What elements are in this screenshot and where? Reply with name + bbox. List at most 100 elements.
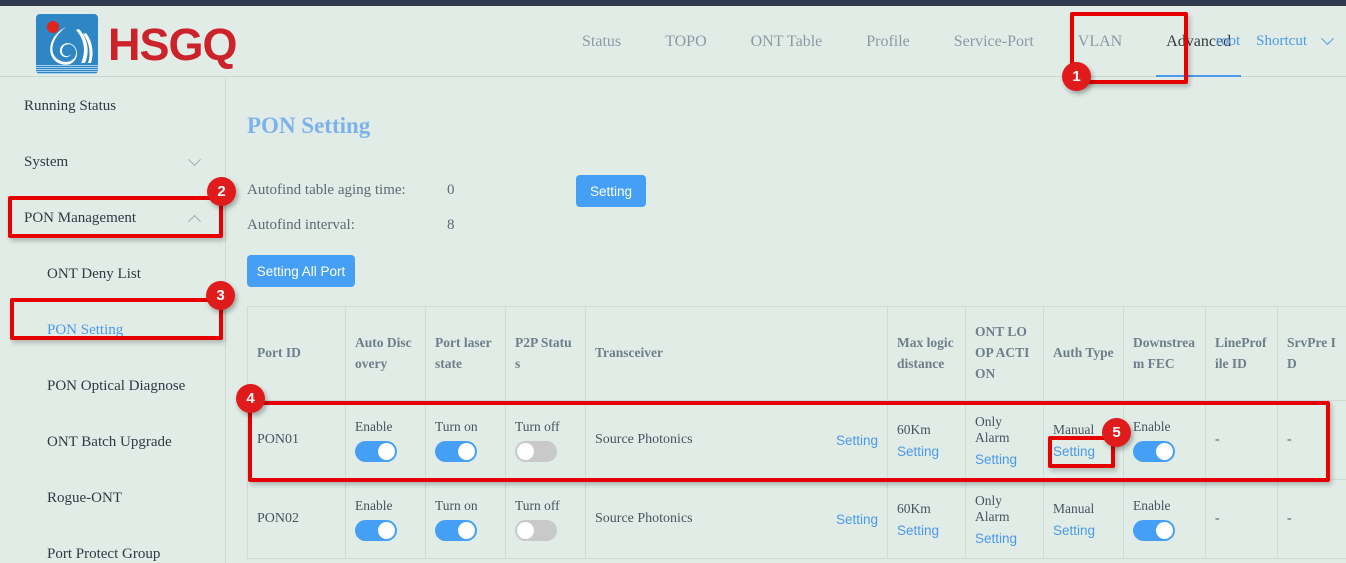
nav-item-status[interactable]: Status bbox=[560, 6, 643, 77]
setting-all-port-button[interactable]: Setting All Port bbox=[247, 255, 355, 287]
logo-red-dot-icon bbox=[47, 21, 59, 33]
transceiver-setting-link[interactable]: Setting bbox=[836, 512, 878, 527]
cell-downstream-fec: Enable bbox=[1124, 480, 1206, 559]
ont-loop-action-setting-link[interactable]: Setting bbox=[975, 452, 1017, 467]
chevron-down-icon bbox=[188, 153, 201, 166]
ont-loop-action-value: Only Alarm bbox=[975, 493, 1034, 525]
chevron-up-icon bbox=[188, 214, 201, 227]
col-header-port-laser-state: Port laser state bbox=[426, 307, 506, 401]
col-header-auth-type: Auth Type bbox=[1044, 307, 1124, 401]
brand-logo[interactable]: HSGQ bbox=[36, 14, 237, 74]
pon-table: Port ID Auto Discovery Port laser state … bbox=[247, 306, 1346, 559]
cell-auth-type: Manual Setting bbox=[1044, 480, 1124, 559]
transceiver-setting-link[interactable]: Setting bbox=[836, 433, 878, 448]
sidebar-item-label: Rogue-ONT bbox=[47, 490, 122, 507]
p2p-status-toggle[interactable] bbox=[515, 520, 557, 541]
chevron-down-icon[interactable] bbox=[1321, 32, 1334, 45]
downstream-fec-toggle[interactable] bbox=[1133, 441, 1175, 462]
nav-item-topo[interactable]: TOPO bbox=[643, 6, 729, 77]
p2p-status-label: Turn off bbox=[515, 419, 560, 435]
port-laser-state-toggle[interactable] bbox=[435, 520, 477, 541]
sidebar-item-label: System bbox=[24, 154, 68, 171]
transceiver-value: Source Photonics bbox=[595, 432, 693, 448]
hsgq-logo-icon bbox=[36, 14, 98, 74]
table-row[interactable]: PON01 Enable Turn on bbox=[248, 401, 1346, 480]
nav-item-profile[interactable]: Profile bbox=[844, 6, 932, 77]
cell-p2p-status: Turn off bbox=[506, 401, 586, 480]
table-row[interactable]: PON02 Enable Turn on bbox=[248, 480, 1346, 559]
sidebar-item-rogue-ont[interactable]: Rogue-ONT bbox=[0, 470, 225, 526]
cell-port-laser-state: Turn on bbox=[426, 480, 506, 559]
sidebar-item-pon-management[interactable]: PON Management bbox=[0, 190, 225, 246]
sidebar-item-label: ONT Deny List bbox=[47, 266, 141, 283]
sidebar-item-ont-batch-upgrade[interactable]: ONT Batch Upgrade bbox=[0, 414, 225, 470]
auto-discovery-label: Enable bbox=[355, 419, 392, 435]
page-title: PON Setting bbox=[247, 113, 370, 139]
nav-item-ont-table[interactable]: ONT Table bbox=[729, 6, 845, 77]
cell-srv-pre-id: - bbox=[1278, 401, 1346, 480]
autofind-interval-value: 8 bbox=[447, 217, 455, 234]
sidebar-item-label: PON Setting bbox=[47, 322, 123, 339]
sidebar-item-label: Port Protect Group bbox=[47, 546, 160, 563]
sidebar-item-label: Running Status bbox=[24, 98, 116, 115]
main-content: PON Setting Autofind table aging time: 0… bbox=[227, 78, 1346, 563]
autofind-interval-label: Autofind interval: bbox=[247, 217, 355, 234]
cell-max-logic-distance: 60Km Setting bbox=[888, 480, 966, 559]
cell-max-logic-distance: 60Km Setting bbox=[888, 401, 966, 480]
cell-ont-loop-action: Only Alarm Setting bbox=[966, 401, 1044, 480]
max-logic-distance-value: 60Km bbox=[897, 501, 931, 517]
auto-discovery-label: Enable bbox=[355, 498, 392, 514]
p2p-status-toggle[interactable] bbox=[515, 441, 557, 462]
port-laser-state-label: Turn on bbox=[435, 419, 478, 435]
port-laser-state-label: Turn on bbox=[435, 498, 478, 514]
sidebar-item-port-protect-group[interactable]: Port Protect Group bbox=[0, 526, 225, 563]
downstream-fec-label: Enable bbox=[1133, 498, 1170, 514]
nav-item-service-port[interactable]: Service-Port bbox=[932, 6, 1056, 77]
col-header-p2p-status: P2P Status bbox=[506, 307, 586, 401]
current-user[interactable]: root bbox=[1216, 33, 1240, 50]
sidebar-item-running-status[interactable]: Running Status bbox=[0, 78, 225, 134]
downstream-fec-label: Enable bbox=[1133, 419, 1170, 435]
sidebar-item-label: PON Optical Diagnose bbox=[47, 378, 185, 395]
sidebar-item-ont-deny-list[interactable]: ONT Deny List bbox=[0, 246, 225, 302]
cell-port-laser-state: Turn on bbox=[426, 401, 506, 480]
sidebar-item-pon-optical-diagnose[interactable]: PON Optical Diagnose bbox=[0, 358, 225, 414]
cell-srv-pre-id: - bbox=[1278, 480, 1346, 559]
cell-auto-discovery: Enable bbox=[346, 480, 426, 559]
col-header-ont-loop-action: ONT LOOP ACTION bbox=[966, 307, 1044, 401]
p2p-status-label: Turn off bbox=[515, 498, 560, 514]
auth-type-value: Manual bbox=[1053, 422, 1094, 438]
sidebar-item-label: ONT Batch Upgrade bbox=[47, 434, 172, 451]
max-logic-distance-value: 60Km bbox=[897, 422, 931, 438]
auth-type-value: Manual bbox=[1053, 501, 1094, 517]
col-header-srv-pre-id: SrvPre ID bbox=[1278, 307, 1346, 401]
main-nav: Status TOPO ONT Table Profile Service-Po… bbox=[560, 6, 1253, 77]
col-header-port-id: Port ID bbox=[248, 307, 346, 401]
cell-port-id: PON02 bbox=[248, 480, 346, 559]
setting-button[interactable]: Setting bbox=[576, 175, 646, 207]
brand-name: HSGQ bbox=[108, 22, 237, 67]
auth-type-setting-link[interactable]: Setting bbox=[1053, 523, 1095, 538]
sidebar: Running Status System PON Management ONT… bbox=[0, 78, 226, 563]
app-root: HSGQ Status TOPO ONT Table Profile Servi… bbox=[0, 0, 1346, 563]
shortcut-menu[interactable]: Shortcut bbox=[1256, 33, 1307, 50]
cell-line-profile-id: - bbox=[1206, 401, 1278, 480]
cell-line-profile-id: - bbox=[1206, 480, 1278, 559]
auto-discovery-toggle[interactable] bbox=[355, 520, 397, 541]
cell-transceiver: Source Photonics Setting bbox=[586, 480, 888, 559]
auto-discovery-toggle[interactable] bbox=[355, 441, 397, 462]
ont-loop-action-setting-link[interactable]: Setting bbox=[975, 531, 1017, 546]
auth-type-setting-link[interactable]: Setting bbox=[1053, 444, 1095, 459]
port-laser-state-toggle[interactable] bbox=[435, 441, 477, 462]
downstream-fec-toggle[interactable] bbox=[1133, 520, 1175, 541]
nav-item-vlan[interactable]: VLAN bbox=[1056, 6, 1144, 77]
sidebar-item-system[interactable]: System bbox=[0, 134, 225, 190]
sidebar-item-pon-setting[interactable]: PON Setting bbox=[0, 302, 225, 358]
cell-auto-discovery: Enable bbox=[346, 401, 426, 480]
col-header-line-profile-id: LineProfile ID bbox=[1206, 307, 1278, 401]
cell-downstream-fec: Enable bbox=[1124, 401, 1206, 480]
pon-table-scroll[interactable]: Port ID Auto Discovery Port laser state … bbox=[247, 306, 1346, 563]
max-logic-distance-setting-link[interactable]: Setting bbox=[897, 523, 939, 538]
max-logic-distance-setting-link[interactable]: Setting bbox=[897, 444, 939, 459]
logo-stripes-icon bbox=[36, 65, 98, 74]
